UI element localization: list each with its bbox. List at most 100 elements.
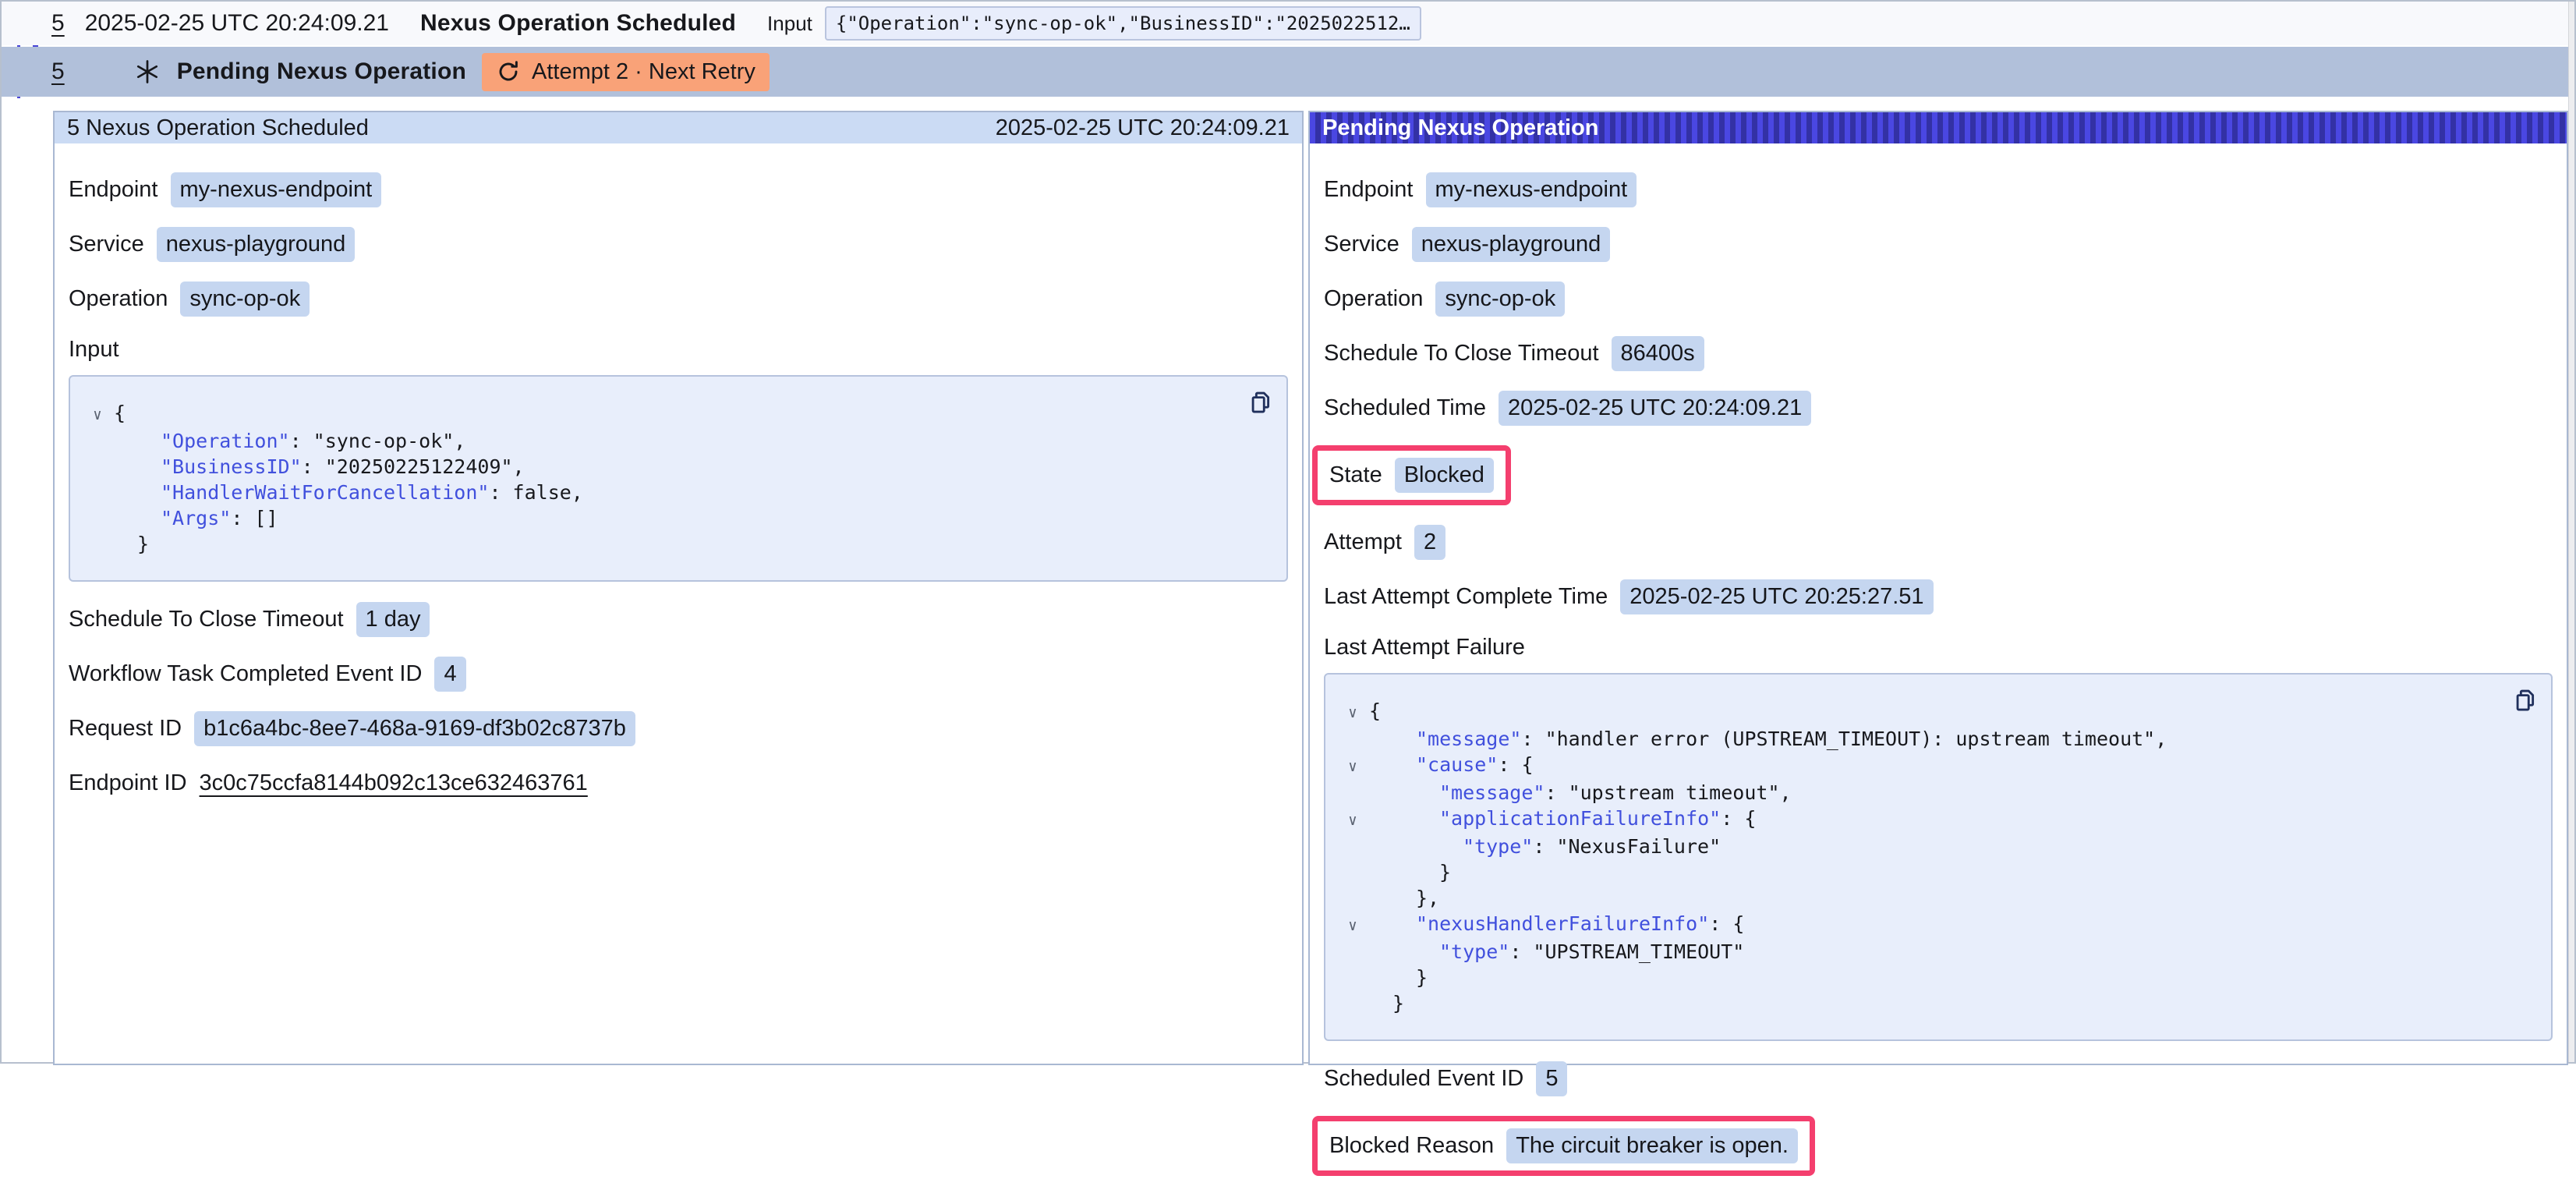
event-time: 2025-02-25 UTC 20:24:09.21 (85, 10, 389, 37)
json-text: : "UPSTREAM_TIMEOUT" (1509, 940, 1744, 963)
field-label-endpoint: Endpoint (69, 177, 158, 203)
field-value-chip: 86400s (1612, 336, 1704, 371)
code-line: ∨"nexusHandlerFailureInfo": { (1336, 911, 2496, 939)
json-key: "message" (1416, 728, 1521, 750)
field-label-request-id: Request ID (69, 716, 182, 742)
code-line: "message": "handler error (UPSTREAM_TIME… (1336, 726, 2496, 752)
field-row-scheduled-event-id: Scheduled Event ID 5 (1324, 1061, 2553, 1096)
collapse-chevron-icon[interactable]: ∨ (1336, 913, 1369, 939)
panel-title: 5 Nexus Operation Scheduled (67, 115, 369, 141)
field-value-chip: 2025-02-25 UTC 20:24:09.21 (1499, 391, 1811, 426)
code-line: ∨{ (81, 400, 1232, 428)
code-text: "Args": [] (114, 505, 278, 531)
copy-icon[interactable] (2509, 684, 2542, 717)
panel-timestamp: 2025-02-25 UTC 20:24:09.21 (996, 115, 1290, 141)
json-key: "Args" (161, 507, 231, 529)
json-text: } (1439, 861, 1451, 884)
collapse-chevron-icon[interactable]: ∨ (1336, 754, 1369, 780)
field-value-chip: The circuit breaker is open. (1506, 1128, 1798, 1163)
input-preview-chip[interactable]: {"Operation":"sync-op-ok","BusinessID":"… (825, 6, 1421, 41)
field-row-schedule-to-close-timeout: Schedule To Close Timeout 1 day (69, 602, 1288, 637)
field-value-chip: nexus-playground (1412, 227, 1611, 262)
field-value-chip: 1 day (356, 602, 430, 637)
code-line: } (81, 531, 1232, 557)
code-line: "Operation": "sync-op-ok", (81, 428, 1232, 454)
json-text: : "20250225122409", (302, 455, 525, 478)
field-value-link[interactable]: 3c0c75ccfa8144b092c13ce632463761 (200, 770, 588, 796)
field-label-endpoint-id: Endpoint ID (69, 770, 187, 796)
json-text: }, (1416, 887, 1439, 909)
code-line: } (1336, 990, 2496, 1016)
vertical-scrollbar[interactable] (2568, 2, 2574, 1062)
collapse-chevron-icon[interactable]: ∨ (81, 402, 114, 428)
json-text: } (1416, 966, 1428, 989)
pending-title: Pending Nexus Operation (177, 58, 466, 85)
code-text: } (114, 531, 149, 557)
field-value-chip: Blocked (1395, 458, 1494, 493)
code-label: Input (69, 337, 1288, 363)
copy-icon[interactable] (1244, 386, 1277, 419)
field-value-chip: my-nexus-endpoint (171, 172, 382, 207)
code-line: } (1336, 859, 2496, 885)
event-id-link[interactable]: 5 (51, 10, 65, 37)
json-text: : { (1498, 753, 1533, 776)
retry-icon (496, 59, 521, 84)
field-value-chip: my-nexus-endpoint (1426, 172, 1637, 207)
pending-id-link[interactable]: 5 (51, 58, 65, 85)
code-text: "BusinessID": "20250225122409", (114, 454, 525, 480)
field-label-schedule-to-close-timeout: Schedule To Close Timeout (1324, 341, 1599, 367)
panel-body-scheduled: Endpoint my-nexus-endpoint Service nexus-pl… (55, 143, 1302, 835)
code-text: } (1369, 859, 1451, 885)
json-text: { (1369, 699, 1381, 722)
field-value-chip: 2025-02-25 UTC 20:25:27.51 (1620, 579, 1933, 614)
pending-asterisk-icon (133, 58, 161, 86)
event-title: Nexus Operation Scheduled (420, 10, 736, 37)
field-label-state: State (1329, 462, 1382, 488)
code-text: "message": "handler error (UPSTREAM_TIME… (1369, 726, 2167, 752)
json-key: "applicationFailureInfo" (1439, 807, 1721, 830)
field-value-chip: sync-op-ok (1435, 282, 1565, 317)
code-text: } (1369, 965, 1428, 990)
panel-body-pending: Endpointmy-nexus-endpointServicenexus-pl… (1310, 143, 2567, 1204)
field-value-chip: nexus-playground (157, 227, 356, 262)
json-text: } (137, 533, 149, 555)
code-section-last-attempt-failure: Last Attempt Failure∨{"message": "handle… (1324, 635, 2553, 1041)
code-line: ∨"cause": { (1336, 752, 2496, 780)
field-label-scheduled-event-id: Scheduled Event ID (1324, 1066, 1523, 1092)
code-text: "cause": { (1369, 752, 1534, 777)
collapse-chevron-icon[interactable]: ∨ (1336, 808, 1369, 834)
field-label-scheduled-time: Scheduled Time (1324, 395, 1486, 421)
panel-nexus-operation-scheduled: 5 Nexus Operation Scheduled 2025-02-25 U… (53, 111, 1304, 1065)
field-row-operation: Operation sync-op-ok (1324, 282, 2553, 317)
json-text: : "NexusFailure" (1533, 835, 1721, 858)
code-text: "applicationFailureInfo": { (1369, 806, 1756, 831)
code-text: "message": "upstream timeout", (1369, 780, 1792, 806)
event-row-pending[interactable]: 5 Pending Nexus Operation Attempt 2 · Ne… (2, 47, 2569, 97)
field-value-chip: b1c6a4bc-8ee7-468a-9169-df3b02c8737b (194, 711, 635, 746)
field-row-schedule-to-close-timeout: Schedule To Close Timeout 86400s (1324, 336, 2553, 371)
field-value-chip: 2 (1414, 525, 1445, 560)
field-label-blocked-reason: Blocked Reason (1329, 1133, 1494, 1159)
code-text: { (1369, 698, 1381, 724)
field-row-workflow-task-completed-event-id: Workflow Task Completed Event ID4 (69, 657, 1288, 692)
json-key: "HandlerWaitForCancellation" (161, 481, 489, 504)
field-label-endpoint: Endpoint (1324, 177, 1414, 203)
code-text: "type": "NexusFailure" (1369, 834, 1721, 859)
code-line: "type": "NexusFailure" (1336, 834, 2496, 859)
field-label-service: Service (69, 232, 144, 257)
field-label-operation: Operation (1324, 286, 1423, 312)
collapse-chevron-icon[interactable]: ∨ (1336, 700, 1369, 726)
field-row-endpoint: Endpoint my-nexus-endpoint (1324, 172, 2553, 207)
code-line: "Args": [] (81, 505, 1232, 531)
code-line: "type": "UPSTREAM_TIMEOUT" (1336, 939, 2496, 965)
annotation-highlight: Blocked Reason The circuit breaker is ope… (1312, 1116, 1815, 1176)
code-text: "HandlerWaitForCancellation": false, (114, 480, 583, 505)
json-viewer: ∨{"Operation": "sync-op-ok","BusinessID"… (69, 375, 1288, 582)
json-text: : false, (489, 481, 582, 504)
field-row-service: Service nexus-playground (69, 227, 1288, 262)
event-row-scheduled[interactable]: 5 2025-02-25 UTC 20:24:09.21 Nexus Opera… (2, 2, 2568, 45)
field-value-chip: 5 (1536, 1061, 1567, 1096)
field-label-schedule-to-close-timeout: Schedule To Close Timeout (69, 607, 344, 632)
panel-header-scheduled: 5 Nexus Operation Scheduled 2025-02-25 U… (55, 112, 1302, 143)
field-row-operation: Operationsync-op-ok (69, 282, 1288, 317)
